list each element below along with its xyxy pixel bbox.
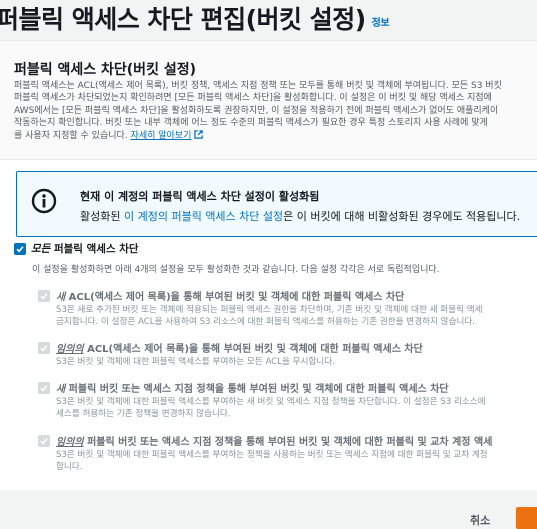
new-policy-desc-line: S3은 버킷 및 객체에 대한 퍼블릭 액세스를 부여하는 새 버킷 및 액세스… [56, 397, 486, 407]
learn-more-label: 자세히 알아보기 [130, 130, 192, 141]
panel-desc-line: 작동하는지 확인합니다. 버킷 또는 내부 객체에 어느 정도 수준의 퍼블릭 … [14, 118, 488, 129]
any-policy-title-em: 임의의 [56, 437, 84, 448]
footer-actions: 취소 [0, 490, 537, 529]
any-acl-title-rest: ACL(액세스 제어 목록)을 통해 부여된 버킷 및 객체에 대한 퍼블릭 액… [83, 344, 423, 355]
check-icon [40, 345, 48, 352]
panel-desc-last: 를 사용자 지정할 수 있습니다. [14, 130, 128, 141]
new-acl-title-em: 새 [56, 292, 66, 303]
any-acl-description: S3은 버킷 및 객체에 대한 퍼블릭 액세스를 부여하는 모든 ACL을 무시… [56, 356, 537, 368]
alert-title: 현재 이 계정의 퍼블릭 액세스 차단 설정이 활성화됨 [80, 190, 320, 203]
alert-body-prefix: 활성화된 [80, 210, 124, 223]
new-policy-desc-line: 세스를 허용하는 기존 정책을 변경하지 않습니다. [56, 409, 231, 419]
settings-panel: 퍼블릭 액세스 차단(버킷 설정) 퍼블릭 액세스는 ACL(액세스 제어 목록… [0, 40, 537, 491]
info-alert: 현재 이 계정의 퍼블릭 액세스 차단 설정이 활성화됨 활성화된 이 계정의 … [16, 171, 537, 237]
account-settings-link[interactable]: 이 계정의 퍼블릭 액세스 차단 설정 [124, 210, 283, 223]
save-changes-button[interactable] [516, 507, 537, 529]
new-policy-title-em: 새 [56, 384, 66, 395]
any-policy-title: 임의의 퍼블릭 버킷 또는 액세스 지점 정책을 통해 부여된 버킷 및 객체에… [56, 433, 492, 448]
block-all-label-rest: 퍼블릭 액세스 차단 [50, 243, 139, 255]
new-policy-title: 새 퍼블릭 버킷 또는 액세스 지점 정책을 통해 부여된 버킷 및 객체에 대… [56, 380, 449, 395]
any-policy-desc-line: 합니다. [56, 462, 83, 472]
alert-body: 활성화된 이 계정의 퍼블릭 액세스 차단 설정은 이 버킷에 대해 비활성화된… [80, 208, 520, 224]
check-icon [16, 246, 24, 253]
cancel-button[interactable]: 취소 [470, 512, 490, 528]
new-policy-description: S3은 버킷 및 객체에 대한 퍼블릭 액세스를 부여하는 새 버킷 및 액세스… [56, 396, 537, 420]
panel-header: 퍼블릭 액세스 차단(버킷 설정) 퍼블릭 액세스는 ACL(액세스 제어 목록… [0, 41, 537, 160]
any-policy-desc-line: S3은 버킷 및 객체에 대한 퍼블릭 액세스를 부여하는 정책을 사용하는 버… [56, 450, 488, 460]
block-all-checkbox[interactable] [14, 243, 26, 255]
page-title-text: 퍼블릭 액세스 차단 편집(버킷 설정) [0, 5, 366, 34]
check-icon [40, 293, 48, 300]
panel-title: 퍼블릭 액세스 차단(버킷 설정) [14, 62, 196, 78]
panel-desc-line: AWS에서는 [모든 퍼블릭 액세스 차단]을 활성화하도록 권장하지만, 이 … [14, 105, 499, 116]
info-link[interactable]: 정보 [372, 18, 390, 29]
any-policy-checkbox[interactable] [38, 435, 50, 447]
any-acl-desc-line: S3은 버킷 및 객체에 대한 퍼블릭 액세스를 부여하는 모든 ACL을 무시… [56, 357, 335, 367]
panel-description: 퍼블릭 액세스는 ACL(액세스 제어 목록), 버킷 정책, 액세스 지점 정… [14, 80, 537, 142]
any-acl-title: 임의의 ACL(액세스 제어 목록)을 통해 부여된 버킷 및 객체에 대한 퍼… [56, 340, 423, 355]
external-link-icon [194, 129, 204, 139]
new-acl-title-rest: ACL(액세스 제어 목록)을 통해 부여된 버킷 및 객체에 대한 퍼블릭 액… [65, 292, 405, 303]
any-policy-title-rest: 퍼블릭 버킷 또는 액세스 지점 정책을 통해 부여된 버킷 및 객체에 대한 … [83, 437, 493, 448]
any-acl-title-em: 임의의 [56, 344, 84, 355]
panel-desc-line: 를 사용자 지정할 수 있습니다. 자세히 알아보기 [14, 129, 537, 142]
any-policy-description: S3은 버킷 및 객체에 대한 퍼블릭 액세스를 부여하는 정책을 사용하는 버… [56, 449, 537, 473]
page-title: 퍼블릭 액세스 차단 편집(버킷 설정) 정보 [0, 0, 390, 36]
new-acl-title: 새 ACL(액세스 제어 목록)을 통해 부여된 버킷 및 객체에 대한 퍼블릭… [56, 288, 404, 303]
new-acl-desc-line: S3은 새로 추가된 버킷 또는 객체에 적용되는 퍼블릭 액세스 권한을 차단… [56, 305, 483, 315]
check-icon [40, 438, 48, 445]
new-acl-checkbox[interactable] [38, 290, 50, 302]
new-policy-title-rest: 퍼블릭 버킷 또는 액세스 지점 정책을 통해 부여된 버킷 및 객체에 대한 … [65, 384, 449, 395]
check-icon [40, 385, 48, 392]
new-policy-checkbox[interactable] [38, 382, 50, 394]
new-acl-description: S3은 새로 추가된 버킷 또는 객체에 적용되는 퍼블릭 액세스 권한을 차단… [56, 304, 537, 328]
alert-body-suffix: 은 이 버킷에 대해 비활성화된 경우에도 적용됩니다. [283, 210, 521, 223]
any-acl-checkbox[interactable] [38, 342, 50, 354]
panel-desc-line: 퍼블릭 액세스는 ACL(액세스 제어 목록), 버킷 정책, 액세스 지점 정… [14, 81, 502, 91]
block-all-description: 이 설정을 활성화하면 아래 4개의 설정을 모두 활성화한 것과 같습니다. … [32, 265, 440, 275]
info-icon [31, 188, 57, 214]
block-all-label: 모든 퍼블릭 액세스 차단 [31, 241, 139, 256]
new-acl-desc-line: 금지합니다. 이 설정은 ACL을 사용하여 S3 리소스에 대한 퍼블릭 액세… [56, 317, 476, 327]
panel-desc-line: 퍼블릭 액세스가 차단되었는지 확인하려면 [모든 퍼블릭 액세스 차단]을 활… [14, 93, 492, 104]
block-all-label-em: 모든 [31, 243, 51, 255]
learn-more-link[interactable]: 자세히 알아보기 [130, 129, 204, 141]
